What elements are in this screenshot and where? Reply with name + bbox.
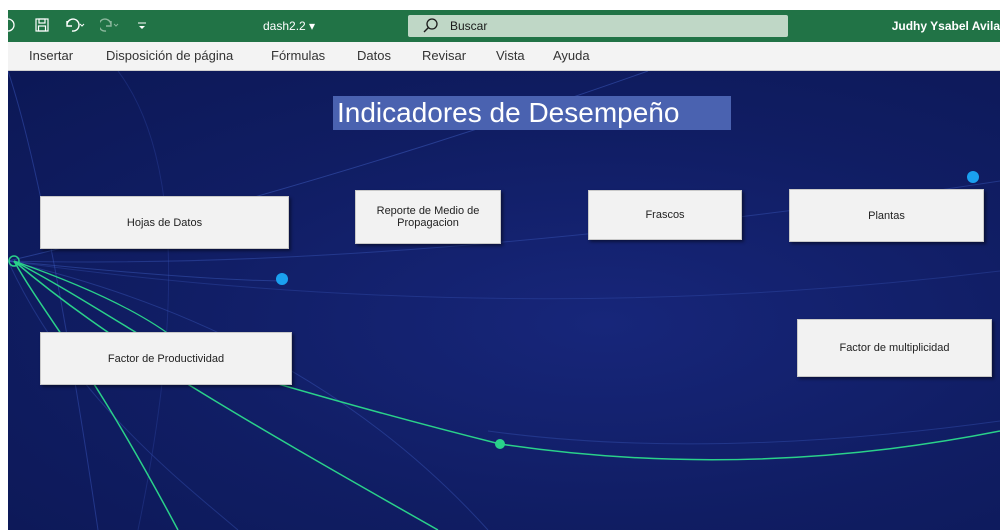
redo-icon[interactable] — [98, 17, 122, 36]
title-bar: dash2.2 ▾ Buscar Judhy Ysabel Avila — [0, 0, 1000, 42]
dashboard-title: Indicadores de Desempeño — [333, 96, 731, 130]
tab-ayuda[interactable]: Ayuda — [553, 42, 590, 70]
user-name[interactable]: Judhy Ysabel Avila — [892, 10, 1000, 42]
search-icon — [423, 18, 438, 33]
tab-insertar[interactable]: Insertar — [29, 42, 73, 70]
frascos-button[interactable]: Frascos — [588, 190, 742, 240]
customize-qat-icon[interactable] — [136, 17, 148, 36]
hojas-de-datos-button[interactable]: Hojas de Datos — [40, 196, 289, 249]
search-label: Buscar — [450, 19, 488, 33]
document-name[interactable]: dash2.2 ▾ — [263, 10, 315, 42]
tab-formulas[interactable]: Fórmulas — [271, 42, 325, 70]
factor-productividad-button[interactable]: Factor de Productividad — [40, 332, 292, 385]
tab-vista[interactable]: Vista — [496, 42, 525, 70]
search-box[interactable]: Buscar — [408, 15, 788, 37]
plantas-button[interactable]: Plantas — [789, 189, 984, 242]
tab-revisar[interactable]: Revisar — [422, 42, 466, 70]
ribbon-tabs: Insertar Disposición de página Fórmulas … — [8, 42, 1000, 71]
tab-datos[interactable]: Datos — [357, 42, 391, 70]
sheet-canvas: Indicadores de Desempeño Hojas de Datos … — [8, 71, 1000, 530]
background-decoration — [8, 71, 1000, 530]
autosave-toggle-icon[interactable] — [4, 17, 20, 36]
save-icon[interactable] — [34, 17, 50, 36]
title-bar-green: dash2.2 ▾ Buscar Judhy Ysabel Avila — [7, 10, 1000, 42]
reporte-medio-propagacion-button[interactable]: Reporte de Medio de Propagacion — [355, 190, 501, 244]
factor-multiplicidad-button[interactable]: Factor de multiplicidad — [797, 319, 992, 377]
tab-disposicion[interactable]: Disposición de página — [106, 42, 233, 70]
undo-icon[interactable] — [64, 17, 86, 36]
